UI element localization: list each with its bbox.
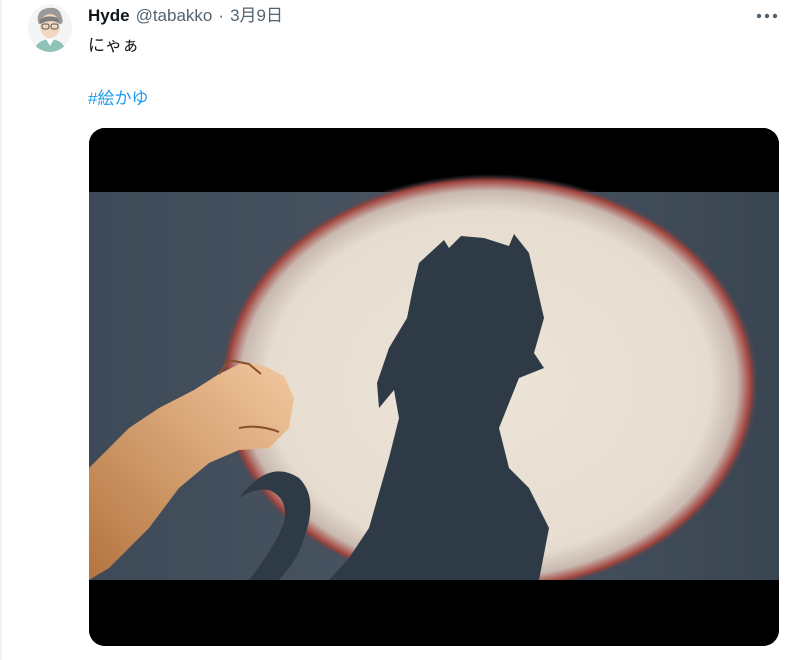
timeline-border: [0, 0, 2, 660]
user-handle[interactable]: @tabakko: [136, 4, 213, 28]
artwork-image: [89, 128, 779, 646]
tweet-date[interactable]: 3月9日: [230, 4, 283, 28]
avatar[interactable]: [28, 4, 72, 52]
tweet-header: Hyde @tabakko · 3月9日: [88, 4, 283, 28]
more-horizontal-icon: [756, 13, 778, 19]
hashtag-link[interactable]: #絵かゆ: [88, 87, 148, 111]
display-name[interactable]: Hyde: [88, 4, 130, 28]
tweet-text: にゃぁ: [88, 36, 139, 55]
more-options-button[interactable]: [752, 6, 782, 26]
avatar-illustration-icon: [28, 4, 72, 52]
tweet-media[interactable]: [89, 128, 779, 646]
header-separator: ·: [218, 6, 225, 25]
